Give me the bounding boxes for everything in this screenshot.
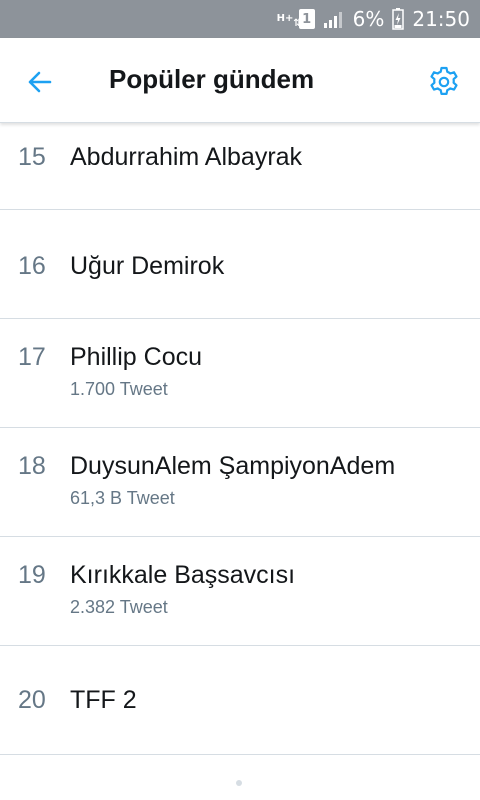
trend-tweet-count: 1.700 Tweet (70, 379, 168, 399)
trend-tweet-count: 61,3 B Tweet (70, 488, 175, 508)
trend-item-16[interactable]: 16 Uğur Demirok (0, 210, 480, 319)
app-bar: Popüler gündem (0, 38, 480, 123)
trend-name: DuysunAlem ŞampiyonAdem (70, 452, 396, 480)
trend-rank: 19 (18, 561, 46, 589)
sim-icon: 1 (298, 9, 315, 29)
trend-name: Kırıkkale Başsavcısı (70, 561, 296, 589)
trend-name: Phillip Cocu (70, 343, 203, 371)
settings-button[interactable] (424, 62, 464, 102)
trend-rank: 16 (18, 252, 46, 280)
trend-name: TFF 2 (70, 686, 137, 714)
network-type-label: H+ (276, 13, 294, 24)
trend-item-15[interactable]: 15 Abdurrahim Albayrak (0, 123, 480, 210)
scroll-indicator (236, 780, 242, 786)
trend-rank: 15 (18, 143, 46, 171)
network-type-icon: H+ ⇅ (276, 13, 302, 29)
gear-icon (430, 66, 458, 95)
arrow-left-icon (28, 71, 52, 93)
trend-item-18[interactable]: 18 DuysunAlem ŞampiyonAdem 61,3 B Tweet (0, 428, 480, 537)
trend-rank: 20 (18, 686, 46, 714)
status-bar: H+ ⇅ 1 6% 21:50 (0, 0, 480, 38)
trend-name: Abdurrahim Albayrak (70, 143, 303, 171)
trend-item-17[interactable]: 17 Phillip Cocu 1.700 Tweet (0, 319, 480, 428)
trend-item-20[interactable]: 20 TFF 2 (0, 646, 480, 755)
trend-tweet-count: 2.382 Tweet (70, 597, 168, 617)
back-button[interactable] (20, 62, 60, 102)
trend-rank: 17 (18, 343, 46, 371)
signal-icon (323, 10, 345, 28)
battery-charging-icon (392, 8, 405, 30)
trend-rank: 18 (18, 452, 46, 480)
trend-name: Uğur Demirok (70, 252, 225, 280)
clock: 21:50 (412, 7, 470, 31)
battery-percent: 6% (352, 7, 385, 31)
trend-item-19[interactable]: 19 Kırıkkale Başsavcısı 2.382 Tweet (0, 537, 480, 646)
sim-label: 1 (302, 11, 312, 27)
page-title: Popüler gündem (109, 64, 315, 94)
